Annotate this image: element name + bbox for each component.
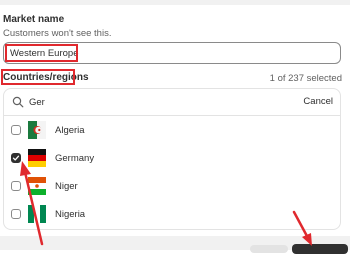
annotation-highlight-market-name bbox=[5, 44, 78, 62]
selected-count: 1 of 237 selected bbox=[269, 73, 342, 84]
annotation-highlight-countries bbox=[1, 69, 75, 85]
country-label: Nigeria bbox=[55, 209, 86, 220]
country-search-input[interactable] bbox=[29, 95, 269, 109]
checkbox-germany[interactable] bbox=[11, 153, 21, 163]
checkbox-nigeria[interactable] bbox=[11, 209, 21, 219]
market-name-help-text: Customers won't see this. bbox=[3, 28, 112, 39]
country-label: Germany bbox=[55, 153, 95, 164]
market-name-label: Market name bbox=[3, 14, 65, 25]
country-label: Algeria bbox=[55, 125, 85, 136]
checkbox-algeria[interactable] bbox=[11, 125, 21, 135]
nigeria-flag-icon bbox=[28, 205, 46, 223]
search-icon bbox=[12, 96, 24, 108]
algeria-flag-icon bbox=[28, 121, 46, 139]
country-row-germany[interactable]: Germany bbox=[3, 145, 341, 173]
country-search-row: Cancel bbox=[3, 88, 341, 116]
checkbox-niger[interactable] bbox=[11, 181, 21, 191]
save-button[interactable] bbox=[292, 244, 348, 254]
germany-flag-icon bbox=[28, 149, 46, 167]
country-row-algeria[interactable]: Algeria bbox=[3, 117, 341, 145]
top-strip bbox=[0, 0, 350, 5]
secondary-button[interactable] bbox=[250, 245, 288, 253]
country-label: Niger bbox=[55, 181, 78, 192]
country-row-nigeria[interactable]: Nigeria bbox=[3, 201, 341, 229]
country-row-niger[interactable]: Niger bbox=[3, 173, 341, 201]
niger-flag-icon bbox=[28, 177, 46, 195]
cancel-search-button[interactable]: Cancel bbox=[303, 96, 333, 107]
checkmark-icon bbox=[12, 155, 20, 161]
